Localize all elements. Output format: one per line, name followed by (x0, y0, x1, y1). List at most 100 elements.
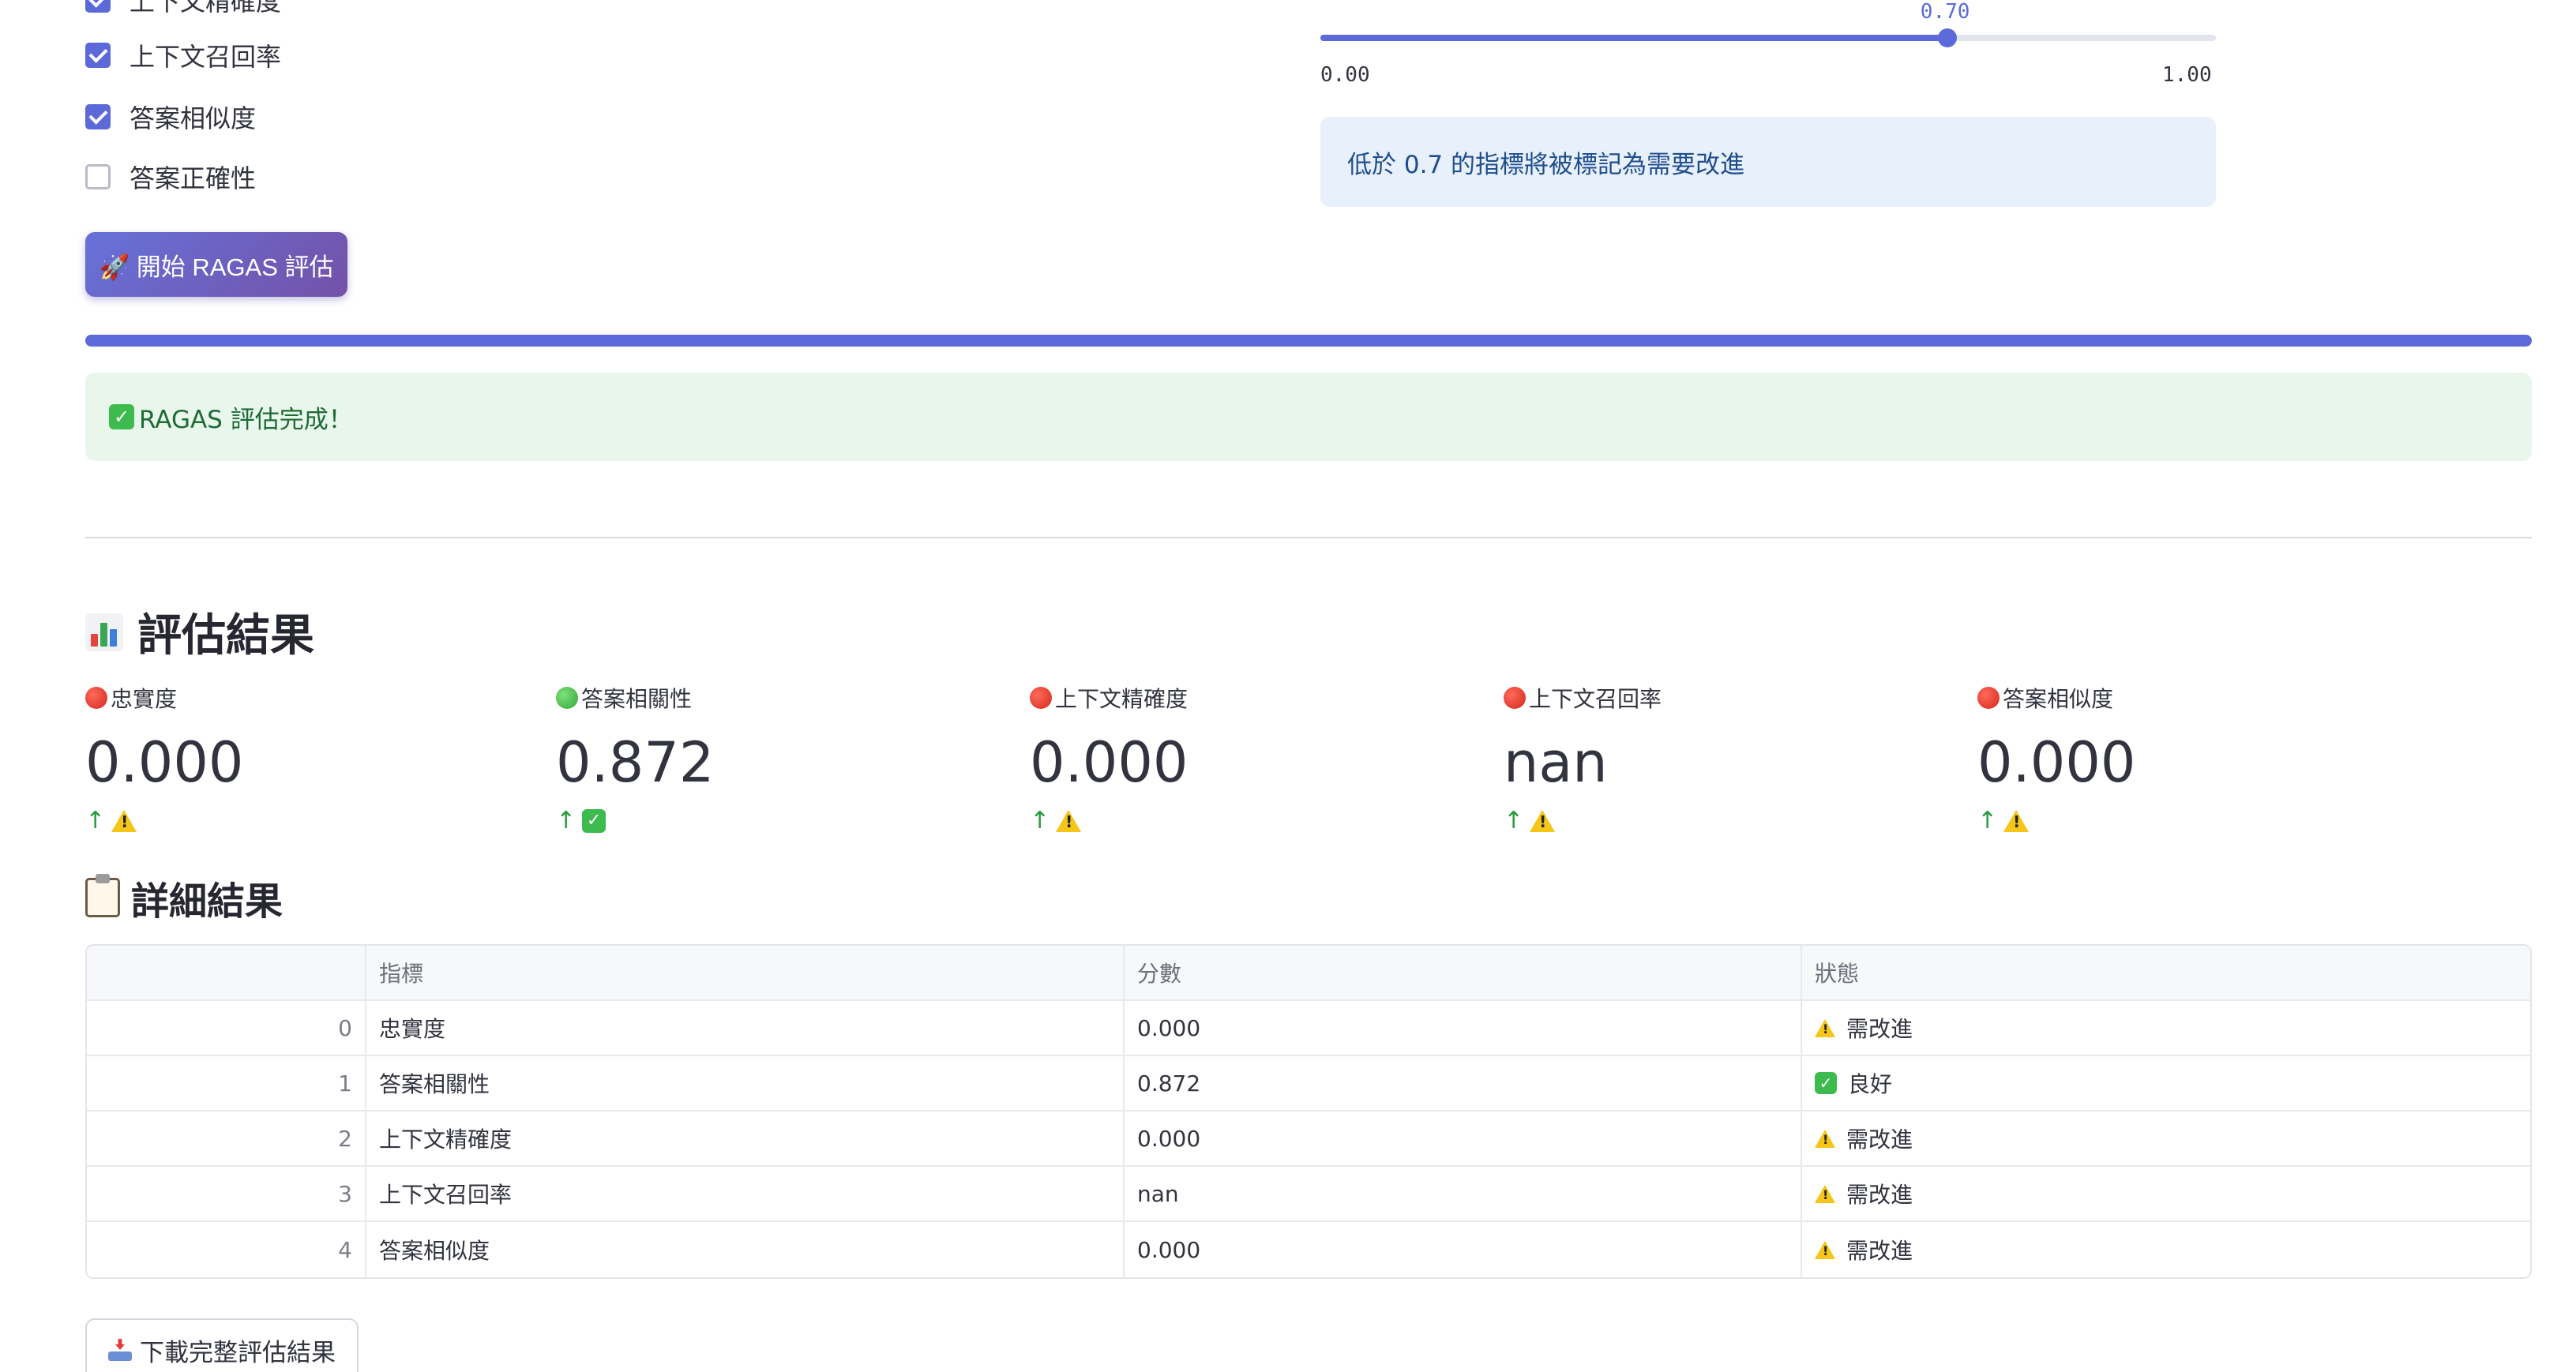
metric-label-row: 上下文精確度 (1030, 682, 1504, 714)
table-header-score[interactable]: 分數 (1125, 946, 1802, 999)
score-cell: nan (1125, 1167, 1802, 1220)
download-tray-icon (108, 1339, 132, 1361)
score-cell: 0.000 (1125, 1001, 1802, 1055)
metric-cell: 忠實度 (366, 1001, 1125, 1055)
slider-value-label: 0.70 (1920, 0, 1970, 24)
checkbox[interactable] (85, 104, 111, 129)
checkbox[interactable] (85, 43, 111, 68)
metric-cell: 答案相關性 (366, 1056, 1125, 1110)
threshold-slider-fill (1320, 35, 1947, 41)
metric-label-row: 上下文召回率 (1504, 682, 1977, 714)
slider-max-label: 1.00 (2162, 63, 2212, 87)
evaluation-progress-bar (85, 335, 2532, 347)
score-cell: 0.000 (1125, 1111, 1802, 1165)
warning-icon (1815, 1240, 1835, 1259)
metric-label: 答案相關性 (581, 686, 693, 712)
score-cell: 0.000 (1125, 1222, 1802, 1277)
red-circle-icon (85, 687, 107, 709)
table-row[interactable]: 1 答案相關性 0.872 ✓ 良好 (87, 1056, 2530, 1111)
metric-value: 0.872 (556, 730, 715, 795)
metric-delta: ↑ (1030, 807, 1504, 834)
download-results-button[interactable]: 下載完整評估結果 (85, 1318, 359, 1372)
threshold-info-alert: 低於 0.7 的指標將被標記為需要改進 (1320, 117, 2216, 207)
table-header-row: 指標 分數 狀態 (87, 946, 2530, 1001)
metric-card: 答案相關性 0.872 ↑ ✓ (556, 682, 1030, 834)
info-text: 低於 0.7 的指標將被標記為需要改進 (1347, 150, 1745, 179)
check-mark-icon: ✓ (582, 808, 606, 833)
status-cell: 需改進 (1802, 1111, 2530, 1165)
table-header-metric[interactable]: 指標 (366, 946, 1125, 999)
status-cell: ✓ 良好 (1802, 1056, 2530, 1110)
warning-icon (1815, 1129, 1835, 1148)
table-row[interactable]: 2上下文精確度0.000 需改進 (87, 1111, 2530, 1167)
arrow-up-icon: ↑ (1030, 807, 1050, 834)
success-alert: ✓ RAGAS 評估完成！ (85, 373, 2532, 461)
table-header-status[interactable]: 狀態 (1802, 946, 2530, 999)
table-header-index (87, 946, 366, 999)
slider-min-label: 0.00 (1320, 63, 1370, 87)
checkbox-row-answer-similarity[interactable]: 答案相似度 (85, 99, 256, 134)
start-ragas-evaluation-button[interactable]: 🚀 開始 RAGAS 評估 (85, 232, 347, 297)
checkbox-row-context-precision[interactable]: 上下文精確度 (85, 0, 281, 17)
warning-icon (111, 809, 137, 832)
metric-label: 上下文精確度 (1055, 686, 1188, 712)
metric-delta: ↑ (1977, 807, 2451, 834)
metric-value: 0.000 (1977, 730, 2136, 795)
clipboard-icon (85, 874, 120, 917)
table-row[interactable]: 0忠實度0.000 需改進 (87, 1001, 2530, 1056)
metric-cell: 答案相似度 (366, 1222, 1125, 1277)
metric-value: nan (1504, 730, 1608, 795)
status-cell: 需改進 (1802, 1001, 2530, 1055)
metric-card: 上下文召回率 nan ↑ (1504, 682, 1977, 834)
metric-label-row: 答案相關性 (556, 682, 1030, 714)
metric-card: 忠實度 0.000 ↑ (85, 682, 559, 834)
warning-icon (1056, 809, 1082, 832)
metric-value: 0.000 (1030, 730, 1188, 795)
checkbox-label: 上下文召回率 (130, 42, 282, 72)
row-index: 3 (87, 1167, 366, 1220)
section-title: 詳細結果 (131, 879, 284, 924)
metric-label: 忠實度 (111, 686, 178, 712)
warning-icon (1815, 1018, 1835, 1037)
bar-chart-icon (85, 613, 123, 651)
metric-label: 上下文召回率 (1529, 686, 1662, 712)
checkbox-row-context-recall[interactable]: 上下文召回率 (85, 38, 281, 73)
metric-label-row: 答案相似度 (1977, 682, 2451, 714)
status-text: 需改進 (1846, 1126, 1913, 1153)
row-index: 1 (87, 1056, 366, 1110)
red-circle-icon (1030, 687, 1052, 709)
metric-cell: 上下文精確度 (366, 1111, 1125, 1165)
metric-label-row: 忠實度 (85, 682, 559, 714)
checkbox[interactable] (85, 164, 111, 189)
checkbox-label: 上下文精確度 (130, 0, 282, 17)
row-index: 4 (87, 1222, 366, 1277)
metric-cell: 上下文召回率 (366, 1167, 1125, 1220)
status-cell: 需改進 (1802, 1167, 2530, 1220)
success-text: RAGAS 評估完成！ (139, 405, 353, 434)
divider (85, 537, 2532, 538)
warning-icon (1530, 809, 1556, 832)
threshold-slider-handle[interactable] (1937, 28, 1957, 47)
status-text: 需改進 (1846, 1016, 1913, 1042)
checkbox-row-answer-correctness[interactable]: 答案正確性 (85, 159, 256, 194)
metric-label: 答案相似度 (2003, 686, 2114, 712)
metric-value: 0.000 (85, 730, 244, 795)
check-mark-icon: ✓ (1815, 1072, 1837, 1094)
arrow-up-icon: ↑ (1977, 807, 1998, 834)
row-index: 0 (87, 1001, 366, 1055)
status-text: 良好 (1848, 1071, 1893, 1097)
arrow-up-icon: ↑ (1504, 807, 1524, 834)
metric-card: 答案相似度 0.000 ↑ (1977, 682, 2451, 834)
checkbox[interactable] (85, 0, 111, 13)
status-text: 需改進 (1846, 1238, 1913, 1264)
threshold-slider-track[interactable] (1320, 35, 2216, 41)
score-cell: 0.872 (1125, 1056, 1802, 1110)
table-row[interactable]: 4答案相似度0.000 需改進 (87, 1222, 2530, 1277)
metric-delta: ↑ ✓ (556, 807, 1030, 834)
red-circle-icon (1977, 687, 2000, 709)
red-circle-icon (1504, 687, 1526, 709)
table-row[interactable]: 3上下文召回率nan 需改進 (87, 1167, 2530, 1222)
download-button-label: 下載完整評估結果 (140, 1338, 336, 1366)
page-title: 評估結果 (137, 610, 314, 662)
details-table[interactable]: 指標 分數 狀態 0忠實度0.000需改進1答案相關性0.872✓良好2上下文精… (85, 944, 2532, 1279)
